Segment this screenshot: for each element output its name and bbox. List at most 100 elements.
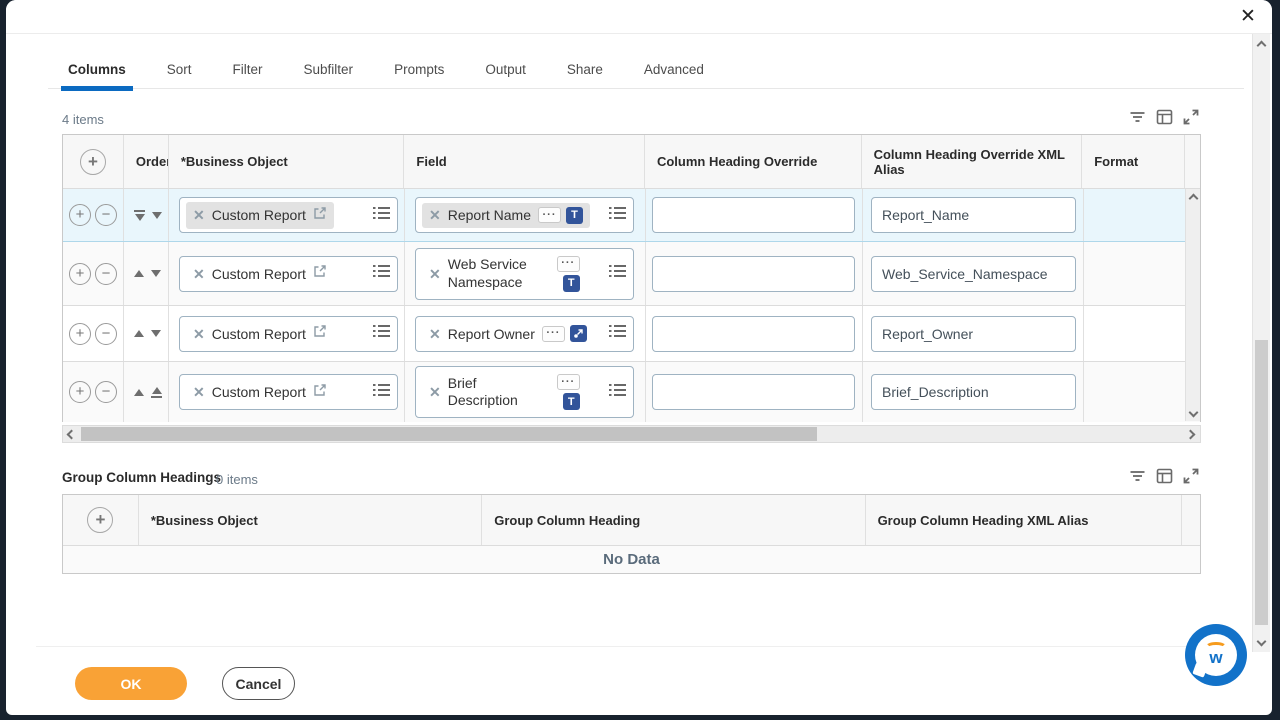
- business-object-input[interactable]: ✕ Custom Report: [179, 256, 398, 292]
- columns-grid-header-row: + Order *Business Object Field Column He…: [63, 135, 1200, 189]
- move-to-bottom-icon[interactable]: [134, 210, 145, 221]
- external-link-icon[interactable]: [313, 324, 327, 343]
- remove-chip-icon[interactable]: ✕: [193, 327, 205, 341]
- row-add-button[interactable]: +: [69, 381, 91, 403]
- more-options-icon[interactable]: ···: [542, 326, 565, 342]
- col-header-order: Order: [124, 135, 169, 188]
- prompt-list-icon[interactable]: [608, 263, 627, 284]
- prompt-list-icon[interactable]: [372, 263, 391, 284]
- add-group-row-button[interactable]: +: [87, 507, 113, 533]
- filter-icon[interactable]: [1129, 109, 1146, 125]
- scroll-down-icon[interactable]: [1253, 634, 1270, 648]
- scroll-right-icon[interactable]: [1182, 426, 1198, 442]
- row-remove-button[interactable]: −: [95, 381, 117, 403]
- remove-chip-icon[interactable]: ✕: [429, 267, 441, 281]
- remove-chip-icon[interactable]: ✕: [429, 327, 441, 341]
- tab-prompts[interactable]: Prompts: [387, 52, 451, 89]
- remove-chip-icon[interactable]: ✕: [429, 208, 441, 222]
- add-row-button[interactable]: +: [80, 149, 106, 175]
- move-up-icon[interactable]: [134, 389, 144, 396]
- prompt-list-icon[interactable]: [372, 205, 391, 226]
- cancel-button[interactable]: Cancel: [222, 667, 295, 700]
- business-object-input[interactable]: ✕ Custom Report: [179, 316, 398, 352]
- external-link-icon[interactable]: [313, 383, 327, 402]
- horizontal-scroll-thumb[interactable]: [81, 427, 817, 441]
- grid-horizontal-scrollbar[interactable]: [62, 425, 1201, 443]
- move-up-icon[interactable]: [134, 330, 144, 337]
- more-options-icon[interactable]: ···: [557, 374, 580, 390]
- external-link-icon[interactable]: [313, 206, 327, 225]
- no-data-message: No Data: [63, 546, 1200, 573]
- more-options-icon[interactable]: ···: [538, 207, 561, 223]
- move-to-top-icon[interactable]: [151, 387, 162, 398]
- column-heading-override-input[interactable]: [652, 197, 855, 233]
- prompt-list-icon[interactable]: [372, 382, 391, 403]
- vertical-scroll-thumb[interactable]: [1255, 340, 1268, 625]
- tab-share[interactable]: Share: [560, 52, 610, 89]
- external-link-icon[interactable]: [313, 264, 327, 283]
- field-input[interactable]: ✕ Brief Description ··· T: [415, 366, 634, 418]
- remove-chip-icon[interactable]: ✕: [193, 208, 205, 222]
- table-row[interactable]: + − ✕ Custom Report ✕ Brief Description …: [63, 362, 1200, 422]
- expand-icon[interactable]: [1183, 468, 1199, 484]
- move-up-icon[interactable]: [134, 270, 144, 277]
- tab-bar: Columns Sort Filter Subfilter Prompts Ou…: [48, 52, 1244, 89]
- move-down-icon[interactable]: [151, 330, 161, 337]
- column-heading-override-input[interactable]: [652, 374, 855, 410]
- field-chip: Report Name: [448, 207, 531, 223]
- move-down-icon[interactable]: [152, 212, 162, 219]
- tab-advanced[interactable]: Advanced: [637, 52, 711, 89]
- xml-alias-input[interactable]: Brief_Description: [871, 374, 1076, 410]
- column-heading-override-input[interactable]: [652, 316, 855, 352]
- business-object-input[interactable]: ✕ Custom Report: [179, 197, 398, 233]
- tab-output[interactable]: Output: [478, 52, 533, 89]
- prompt-list-icon[interactable]: [608, 205, 627, 226]
- ok-button[interactable]: OK: [75, 667, 187, 700]
- row-remove-button[interactable]: −: [95, 204, 117, 226]
- scroll-down-icon[interactable]: [1186, 405, 1200, 419]
- table-row[interactable]: + − ✕ Custom Report ✕ Web Service Namesp…: [63, 242, 1200, 306]
- row-add-button[interactable]: +: [69, 263, 91, 285]
- xml-alias-input[interactable]: Report_Owner: [871, 316, 1076, 352]
- prompt-list-icon[interactable]: [372, 323, 391, 344]
- tab-columns[interactable]: Columns: [61, 52, 133, 89]
- field-input[interactable]: ✕ Web Service Namespace ··· T: [415, 248, 634, 300]
- remove-chip-icon[interactable]: ✕: [193, 267, 205, 281]
- prompt-list-icon[interactable]: [608, 323, 627, 344]
- remove-chip-icon[interactable]: ✕: [429, 385, 441, 399]
- close-icon[interactable]: ✕: [1236, 5, 1260, 29]
- page-vertical-scrollbar[interactable]: [1252, 34, 1270, 652]
- xml-alias-input[interactable]: Web_Service_Namespace: [871, 256, 1076, 292]
- move-down-icon[interactable]: [151, 270, 161, 277]
- row-add-button[interactable]: +: [69, 323, 91, 345]
- scroll-up-icon[interactable]: [1186, 191, 1200, 205]
- scroll-up-icon[interactable]: [1253, 38, 1270, 52]
- tab-subfilter[interactable]: Subfilter: [297, 52, 361, 89]
- business-object-input[interactable]: ✕ Custom Report: [179, 374, 398, 410]
- field-input[interactable]: ✕ Report Name ··· T: [415, 197, 634, 233]
- business-object-chip: Custom Report: [212, 384, 306, 400]
- col-header-business-object: *Business Object: [169, 135, 405, 188]
- more-options-icon[interactable]: ···: [557, 256, 580, 272]
- column-settings-icon[interactable]: [1156, 109, 1173, 125]
- row-add-button[interactable]: +: [69, 204, 91, 226]
- group-grid: + *Business Object Group Column Heading …: [62, 494, 1201, 574]
- row-remove-button[interactable]: −: [95, 263, 117, 285]
- tab-sort[interactable]: Sort: [160, 52, 199, 89]
- table-row[interactable]: + − ✕ Custom Report ✕ Report Name ··· T …: [63, 189, 1200, 242]
- prompt-list-icon[interactable]: [608, 382, 627, 403]
- grid-vertical-scrollbar[interactable]: [1185, 189, 1200, 421]
- filter-icon[interactable]: [1129, 468, 1146, 484]
- scroll-left-icon[interactable]: [63, 426, 79, 442]
- xml-alias-input[interactable]: Report_Name: [871, 197, 1076, 233]
- col-header-field: Field: [404, 135, 645, 188]
- column-heading-override-input[interactable]: [652, 256, 855, 292]
- workday-assistant-button[interactable]: w: [1185, 624, 1247, 686]
- field-input[interactable]: ✕ Report Owner ···: [415, 316, 634, 352]
- table-row[interactable]: + − ✕ Custom Report ✕ Report Owner ··· R…: [63, 306, 1200, 362]
- column-settings-icon[interactable]: [1156, 468, 1173, 484]
- tab-filter[interactable]: Filter: [226, 52, 270, 89]
- row-remove-button[interactable]: −: [95, 323, 117, 345]
- remove-chip-icon[interactable]: ✕: [193, 385, 205, 399]
- expand-icon[interactable]: [1183, 109, 1199, 125]
